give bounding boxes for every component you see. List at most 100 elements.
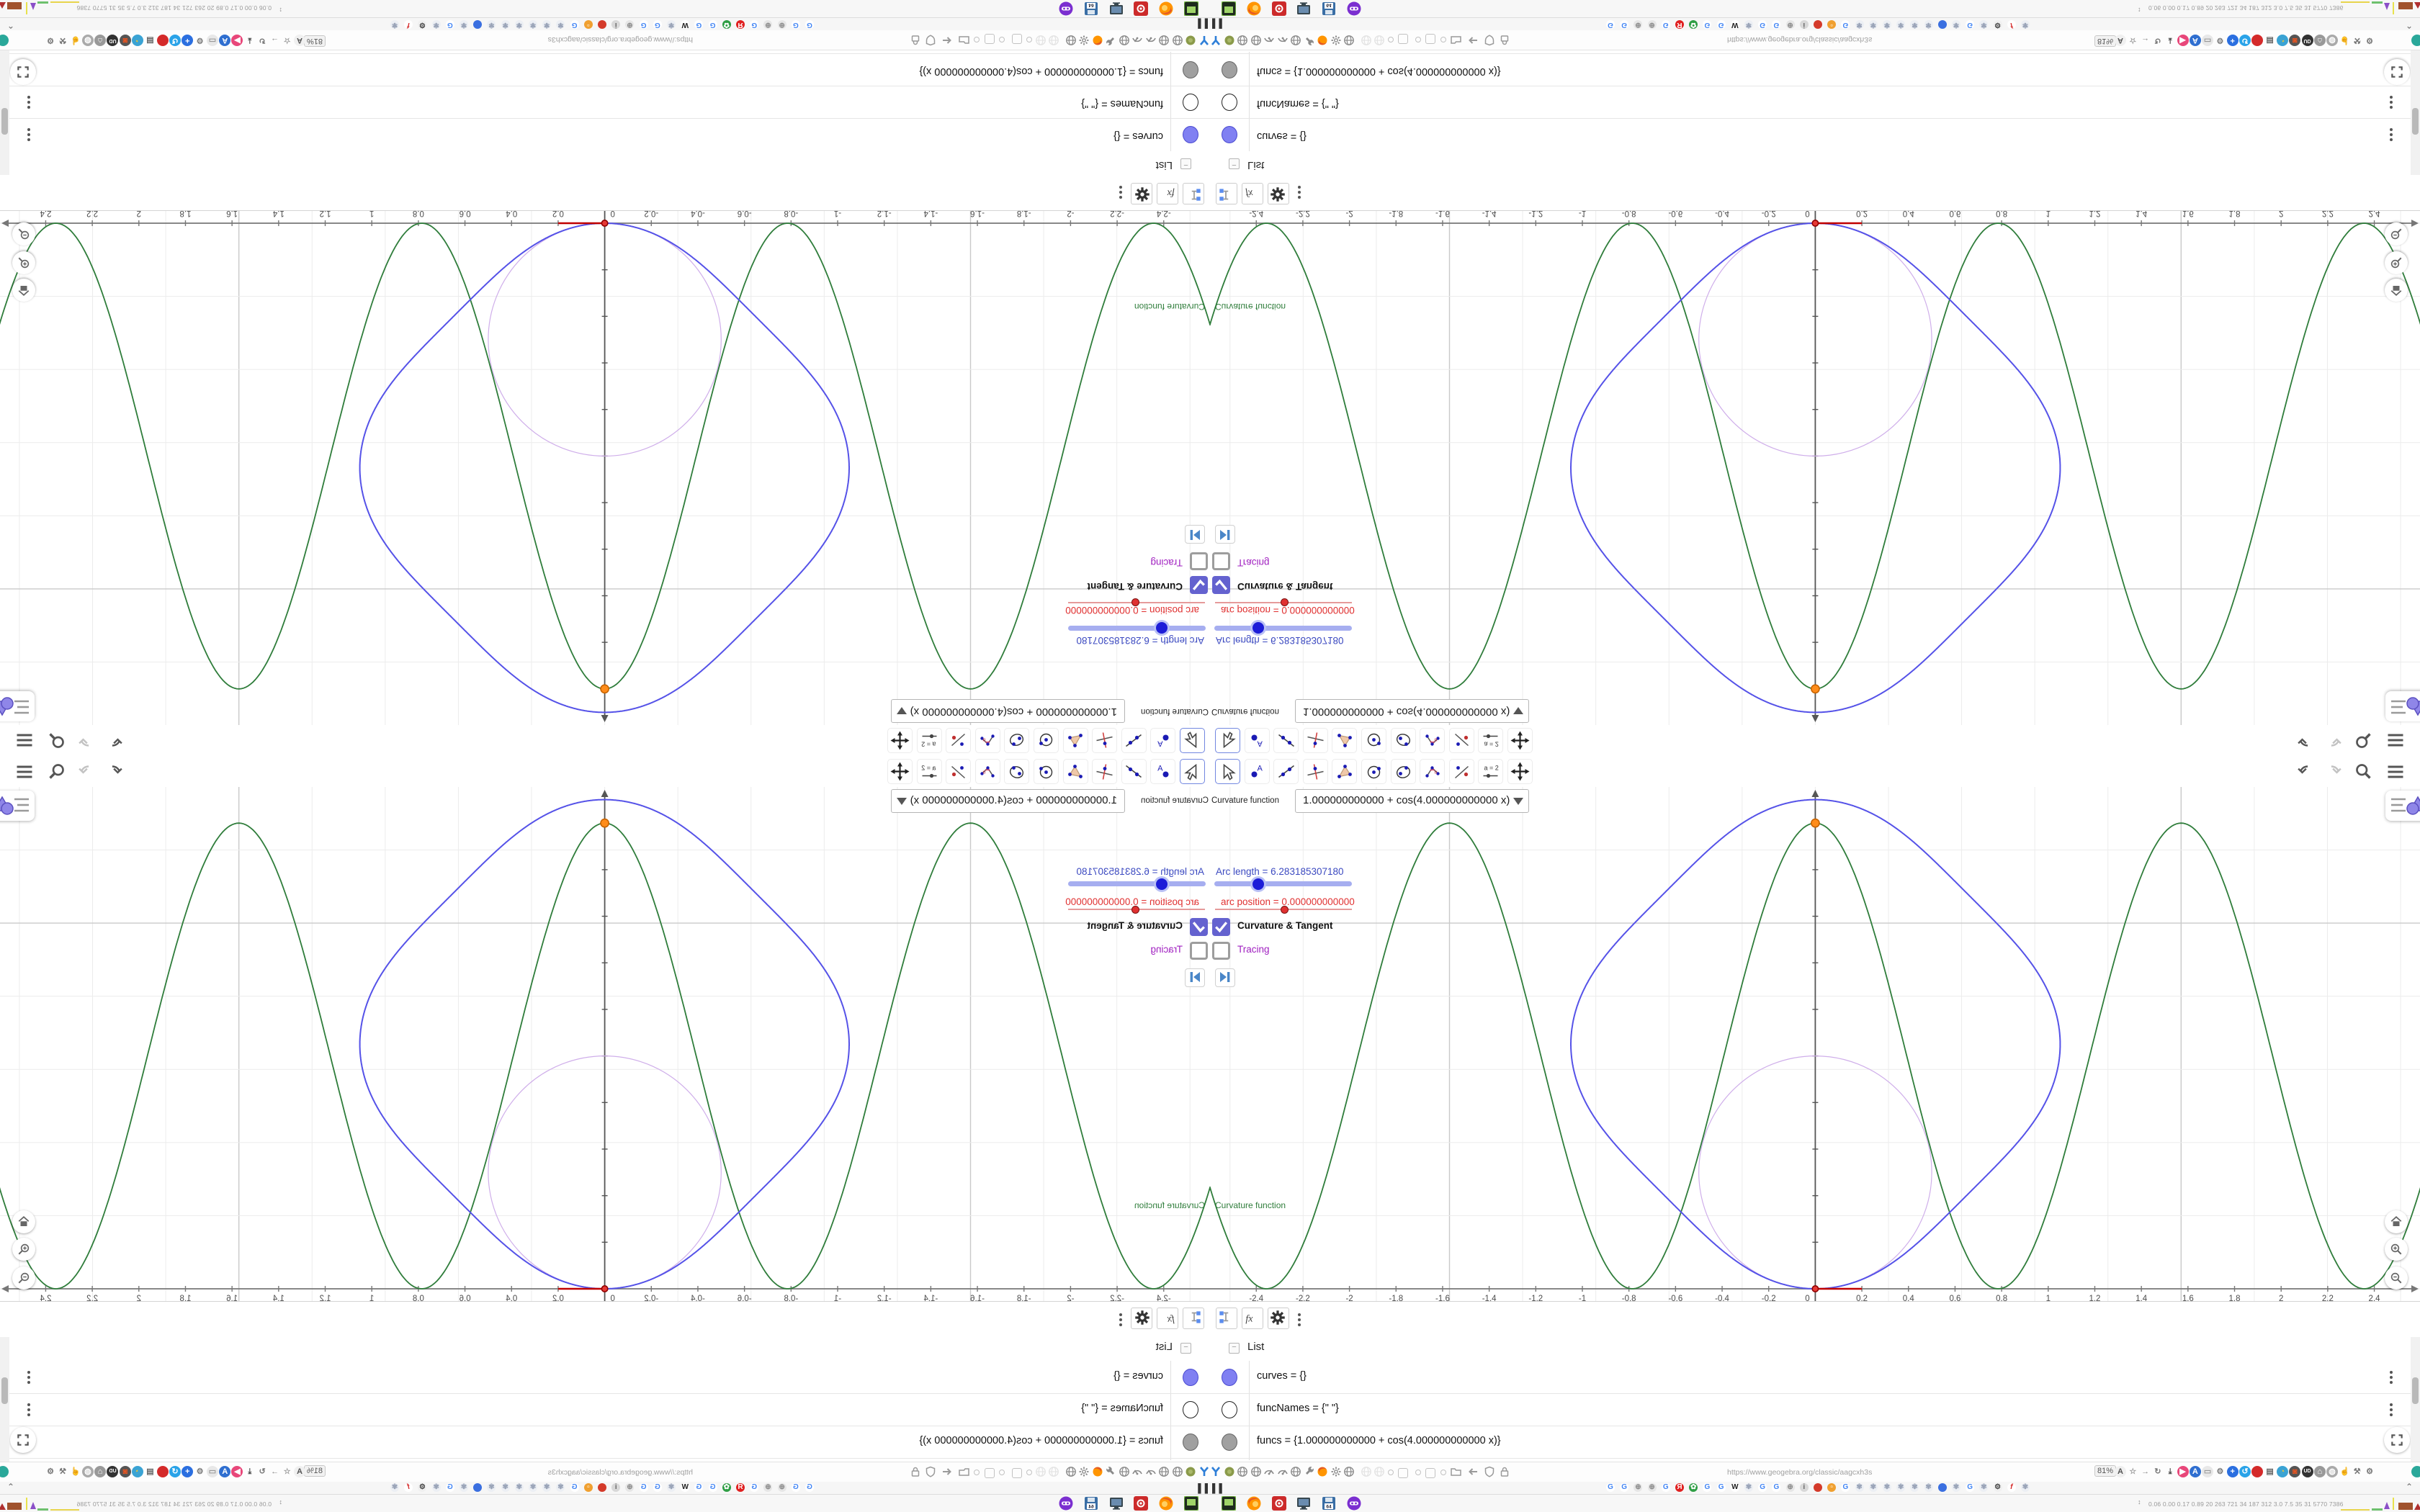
extension-trash-icon[interactable]: ▤ (2264, 35, 2276, 46)
extension-translate-blue-icon[interactable]: A (219, 1466, 231, 1477)
extension-shield-gray-icon[interactable]: ⌂ (2313, 1466, 2326, 1477)
algebra-row-funcs[interactable]: funcs = {1.000000000000 + cos(4.00000000… (0, 53, 1210, 86)
tab-favicon-G[interactable]: G (639, 20, 648, 29)
extension-record-red-icon[interactable]: ● (156, 1466, 169, 1477)
tab-favicon-flower[interactable]: ✾ (501, 1483, 510, 1492)
extension-download-icon[interactable]: ⤓ (244, 35, 256, 46)
extension-wrench-icon[interactable]: ⚒ (57, 1466, 68, 1477)
tool-slider-button[interactable]: a = 2 (916, 759, 942, 784)
tab-favicon-globe[interactable]: ⊕ (1634, 20, 1643, 29)
shield-icon[interactable] (925, 35, 936, 46)
extension-forward-icon[interactable]: → (269, 1466, 280, 1477)
function-input-box[interactable]: 1.000000000000 + cos(4.000000000000 x) (891, 789, 1125, 813)
play-animation-button[interactable] (1215, 968, 1235, 987)
tab-favicon-red[interactable] (1814, 1483, 1822, 1492)
tab-favicon-flower[interactable]: ✾ (556, 1483, 565, 1492)
taskbar-app-monitor[interactable] (1296, 1, 1311, 16)
globe-icon[interactable] (1344, 1466, 1355, 1477)
globe-icon[interactable] (1361, 1466, 1372, 1477)
arc-length-slider-knob[interactable] (1252, 622, 1264, 634)
olive-dot-icon[interactable] (1186, 1466, 1196, 1477)
tab-favicon-globe[interactable]: ⊕ (777, 1483, 786, 1492)
tab-favicon-blue[interactable] (473, 1483, 483, 1492)
arc-length-slider[interactable] (1068, 626, 1206, 631)
tool-angle-button[interactable]: α (1420, 759, 1446, 784)
globe-icon[interactable] (1344, 35, 1355, 46)
tab-favicon-yandex[interactable]: Я (736, 1483, 745, 1492)
tab-favicon-yandex[interactable]: Я (736, 20, 745, 29)
extension-idm-blue-icon[interactable]: ↺ (169, 1466, 181, 1477)
taskbar-app-floppy64[interactable]: 64 (1322, 1496, 1336, 1511)
globe-icon[interactable] (1374, 1466, 1385, 1477)
extension-gear-icon[interactable]: ⚙ (2364, 1466, 2375, 1477)
olive-dot-icon[interactable] (1186, 35, 1196, 46)
lock-icon[interactable] (910, 35, 920, 46)
taskbar-app-firefox[interactable] (1247, 1, 1261, 16)
tool-polygon-button[interactable] (1332, 759, 1358, 784)
menu-icon[interactable] (15, 762, 35, 781)
chevron-down-icon[interactable] (1513, 707, 1523, 714)
back-arrow-icon[interactable] (1468, 1466, 1479, 1477)
extension-gear-icon[interactable]: ⚙ (2214, 1466, 2226, 1477)
algebra-row-funcnames[interactable]: funcNames = {" "} (1210, 1393, 2420, 1426)
tab-favicon-G[interactable]: G (708, 1483, 717, 1492)
visibility-marble[interactable] (1222, 126, 1237, 143)
tab-favicon-G[interactable]: G (639, 1483, 648, 1492)
y-launcher-icon[interactable] (1198, 1466, 1209, 1477)
tool-point-button[interactable]: A (1150, 728, 1176, 753)
extension-idm-blue-icon[interactable]: ↺ (2239, 35, 2251, 46)
extension-record-red-icon[interactable]: ● (156, 35, 169, 46)
extension-plus-blue-icon[interactable]: + (2226, 35, 2238, 46)
tab-favicon-pic[interactable]: ▫ (583, 1483, 593, 1492)
extension-refresh-icon[interactable]: ↻ (2152, 1466, 2164, 1477)
tab-favicon-G[interactable]: G (708, 20, 717, 29)
tab-favicon-flower[interactable]: ✾ (1855, 1483, 1864, 1492)
tab-favicon-fred[interactable]: f (404, 1483, 413, 1492)
tool-slider-button[interactable]: a = 2 (916, 728, 942, 753)
globe-icon[interactable] (1119, 1466, 1129, 1477)
search-icon[interactable] (2354, 731, 2373, 750)
scrollbar-thumb[interactable] (2412, 1377, 2419, 1404)
globe-icon[interactable] (1172, 1466, 1183, 1477)
extension-gear-icon[interactable]: ⚙ (45, 35, 56, 46)
extension-refresh-icon[interactable]: ↻ (256, 1466, 268, 1477)
extension-forward-icon[interactable]: → (269, 35, 280, 46)
extension-forward-icon[interactable]: → (2140, 35, 2151, 46)
tool-move-button[interactable] (1215, 728, 1240, 753)
tab-favicon-fred[interactable]: f (2007, 20, 2016, 29)
zoom-out-button[interactable] (12, 1266, 35, 1290)
tool-angle-button[interactable]: α (974, 728, 1000, 753)
redo-icon[interactable] (78, 762, 97, 781)
extension-thumb-icon[interactable]: ☝ (70, 1466, 81, 1477)
play-animation-button[interactable] (1215, 525, 1235, 544)
extension-star-icon[interactable]: ☆ (282, 35, 293, 46)
tool-move-button[interactable] (1215, 759, 1240, 784)
extension-wrench-icon[interactable]: ⚒ (57, 35, 68, 46)
tool-move-graphics-view-button[interactable] (887, 728, 913, 753)
tab-favicon-flower[interactable]: ✾ (529, 20, 537, 29)
row-kebab-icon[interactable] (26, 1369, 30, 1385)
extension-wrench-icon[interactable]: ⚒ (2352, 35, 2363, 46)
globe-icon[interactable] (1250, 35, 1262, 46)
extension-edge-partial-icon[interactable] (2411, 1466, 2420, 1477)
algebra-row-curves[interactable]: curves = {} (1210, 1361, 2420, 1394)
tab-favicon-globe[interactable]: ⊕ (763, 1483, 773, 1492)
arc-position-slider-knob[interactable] (1281, 598, 1289, 606)
graphics-view[interactable]: -2.4 -2.2 -2 -1.8 -1.6 -1.4 -1.2 -1 -0.8 -0.6 -0.4… (0, 787, 1210, 1301)
tracing-checkbox[interactable] (1212, 552, 1230, 570)
firefox-icon[interactable] (1092, 35, 1103, 46)
home-button[interactable] (12, 1210, 35, 1233)
tool-ellipse-button[interactable] (1004, 728, 1030, 753)
tab-favicon-pic[interactable]: ▫ (583, 20, 593, 29)
tracing-checkbox[interactable] (1212, 942, 1230, 960)
tab-favicon-blue[interactable] (1937, 20, 1947, 29)
gauge-icon[interactable] (1145, 35, 1156, 46)
tool-reflect-about-line-button[interactable] (1448, 728, 1474, 753)
tab-favicon-flower[interactable]: ✾ (431, 1483, 441, 1492)
taskbar-app-red-settings[interactable] (1134, 1, 1149, 16)
extension-forward-icon[interactable]: → (2140, 1466, 2151, 1477)
tab-favicon-green[interactable]: ✿ (722, 1483, 731, 1492)
gauge-icon[interactable] (1277, 1466, 1289, 1477)
extension-gear-icon[interactable]: ⚙ (194, 35, 206, 46)
taskbar-app-firefox[interactable] (1247, 1496, 1261, 1511)
